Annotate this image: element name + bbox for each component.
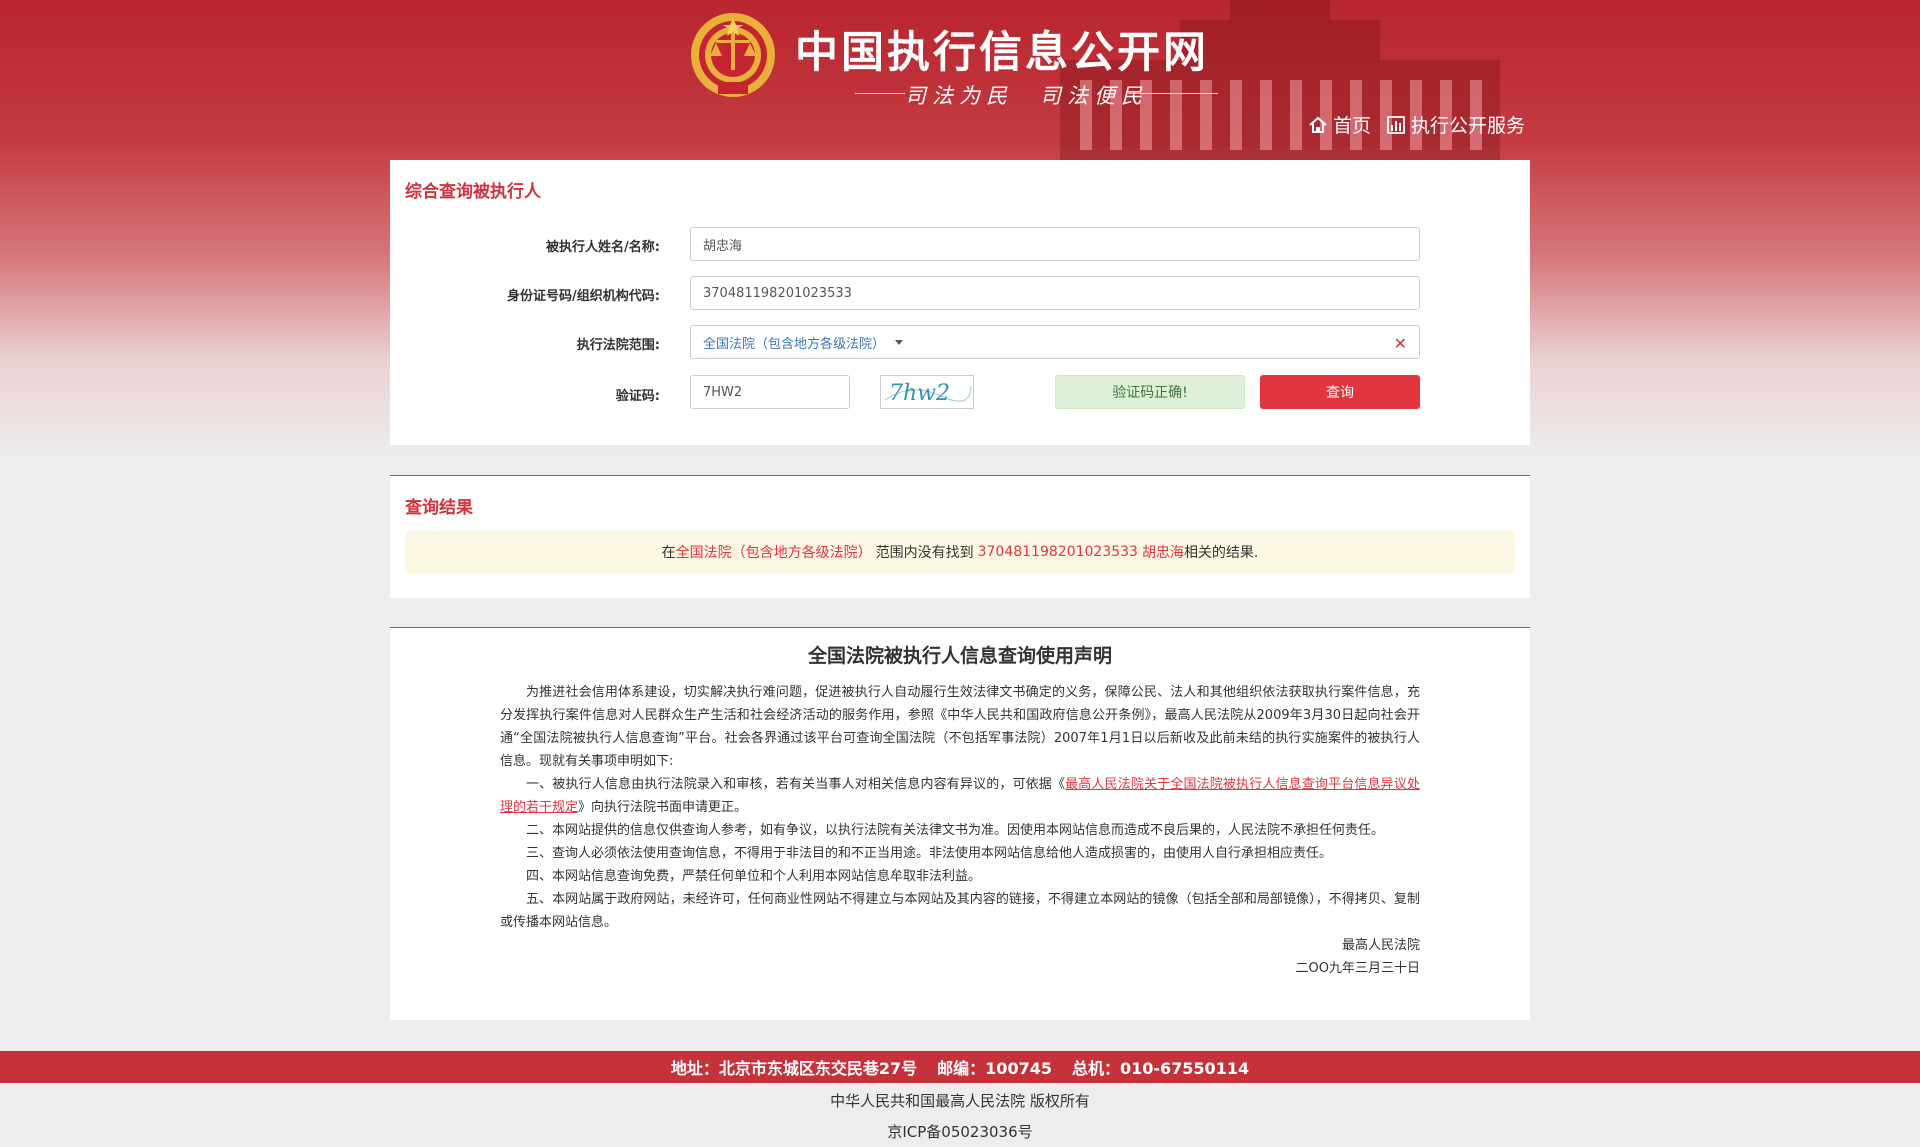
captcha-status-text: 验证码正确!	[1112, 385, 1188, 401]
footer-address: 地址：北京市东城区东交民巷27号	[670, 1059, 918, 1078]
result-panel-title: 查询结果	[405, 498, 473, 518]
court-range-label: 执行法院范围:	[576, 338, 660, 353]
result-message: 在 全国法院（包含地方各级法院） 范围内没有找到 370481198201023…	[405, 531, 1515, 573]
query-button[interactable]: 查询	[1260, 375, 1420, 409]
court-range-value: 全国法院（包含地方各级法院）	[703, 336, 886, 352]
id-input[interactable]: 370481198201023533	[690, 276, 1420, 310]
slogan-right-line	[1128, 93, 1218, 94]
captcha-image-text: 7hw2	[889, 381, 950, 406]
id-input-value: 370481198201023533	[703, 285, 852, 301]
footer-copyright: 中华人民共和国最高人民法院 版权所有	[830, 1092, 1090, 1110]
declaration-item-1: 一、被执行人信息由执行法院录入和审核，若有关当事人对相关信息内容有异议的，可依据…	[500, 773, 1420, 819]
result-msg-mid: 范围内没有找到	[875, 545, 974, 561]
search-panel: 综合查询被执行人 被执行人姓名/名称: 胡忠海 身份证号码/组织机构代码: 37…	[390, 160, 1530, 445]
captcha-input-value: 7HW2	[703, 384, 743, 400]
name-input-value: 胡忠海	[703, 238, 743, 254]
search-panel-title: 综合查询被执行人	[405, 182, 541, 202]
query-button-label: 查询	[1326, 385, 1354, 401]
site-slogan: 司法为民 司法便民	[905, 84, 1148, 108]
footer-postcode: 邮编：100745	[937, 1059, 1052, 1078]
site-title: 中国执行信息公开网	[795, 28, 1209, 78]
slogan-left-line	[855, 93, 905, 94]
declaration-body: 为推进社会信用体系建设，切实解决执行难问题，促进被执行人自动履行生效法律文书确定…	[500, 681, 1420, 980]
court-range-select[interactable]: 全国法院（包含地方各级法院） ✕	[690, 325, 1420, 359]
result-panel-rule	[390, 475, 1530, 476]
home-icon	[1309, 116, 1327, 133]
declaration-signature: 最高人民法院	[1341, 938, 1420, 953]
declaration-item-4: 四、本网站信息查询免费，严禁任何单位和个人利用本网站信息牟取非法利益。	[526, 869, 982, 884]
result-msg-name: 胡忠海	[1141, 545, 1184, 561]
nav-home-label: 首页	[1333, 115, 1372, 137]
declaration-item-5: 五、本网站属于政府网站，未经许可，任何商业性网站不得建立与本网站及其内容的链接，…	[500, 892, 1420, 930]
clear-icon[interactable]: ✕	[1394, 334, 1407, 353]
declaration-panel-rule	[390, 627, 1530, 628]
captcha-status-badge: 验证码正确!	[1055, 375, 1245, 409]
captcha-graphic: 7hw2	[884, 381, 972, 406]
captcha-label: 验证码:	[615, 389, 660, 404]
nav-home[interactable]: 首页	[1308, 111, 1371, 138]
declaration-item-1-before: 一、被执行人信息由执行法院录入和审核，若有关当事人对相关信息内容有异议的，可依据…	[526, 777, 1066, 792]
declaration-intro: 为推进社会信用体系建设，切实解决执行难问题，促进被执行人自动履行生效法律文书确定…	[500, 685, 1420, 769]
footer-contact-bar: 地址：北京市东城区东交民巷27号 邮编：100745 总机：010-675501…	[0, 1051, 1920, 1083]
name-label: 被执行人姓名/名称:	[546, 240, 660, 255]
id-label: 身份证号码/组织机构代码:	[507, 289, 660, 304]
result-panel: 查询结果 在 全国法院（包含地方各级法院） 范围内没有找到 3704811982…	[390, 475, 1530, 598]
nav-execution-services-label: 执行公开服务	[1411, 115, 1526, 137]
captcha-input[interactable]: 7HW2	[690, 375, 850, 409]
declaration-item-2: 二、本网站提供的信息仅供查询人参考，如有争议，以执行法院有关法律文书为准。因使用…	[526, 823, 1385, 838]
result-msg-suffix: 相关的结果.	[1183, 545, 1259, 561]
chevron-down-icon	[895, 339, 904, 345]
result-msg-court: 全国法院（包含地方各级法院）	[675, 545, 872, 561]
declaration-panel: 全国法院被执行人信息查询使用声明 为推进社会信用体系建设，切实解决执行难问题，促…	[390, 627, 1530, 1020]
captcha-image[interactable]: 7hw2	[880, 375, 974, 409]
result-msg-prefix: 在	[661, 545, 676, 561]
nav-execution-services[interactable]: 执行公开服务	[1386, 111, 1525, 138]
bar-chart-icon	[1387, 115, 1405, 134]
footer-icp[interactable]: 京ICP备05023036号	[0, 1121, 1920, 1142]
declaration-title: 全国法院被执行人信息查询使用声明	[807, 645, 1112, 667]
footer-phone: 总机：010-67550114	[1071, 1059, 1250, 1078]
result-msg-id: 370481198201023533	[977, 544, 1138, 560]
declaration-date: 二OO九年三月三十日	[1295, 961, 1420, 976]
declaration-item-3: 三、查询人必须依法使用查询信息，不得用于非法目的和不正当用途。非法使用本网站信息…	[526, 846, 1333, 861]
name-input[interactable]: 胡忠海	[690, 227, 1420, 261]
declaration-item-1-after: 》向执行法院书面申请更正。	[578, 800, 748, 815]
court-emblem-logo	[691, 13, 775, 97]
